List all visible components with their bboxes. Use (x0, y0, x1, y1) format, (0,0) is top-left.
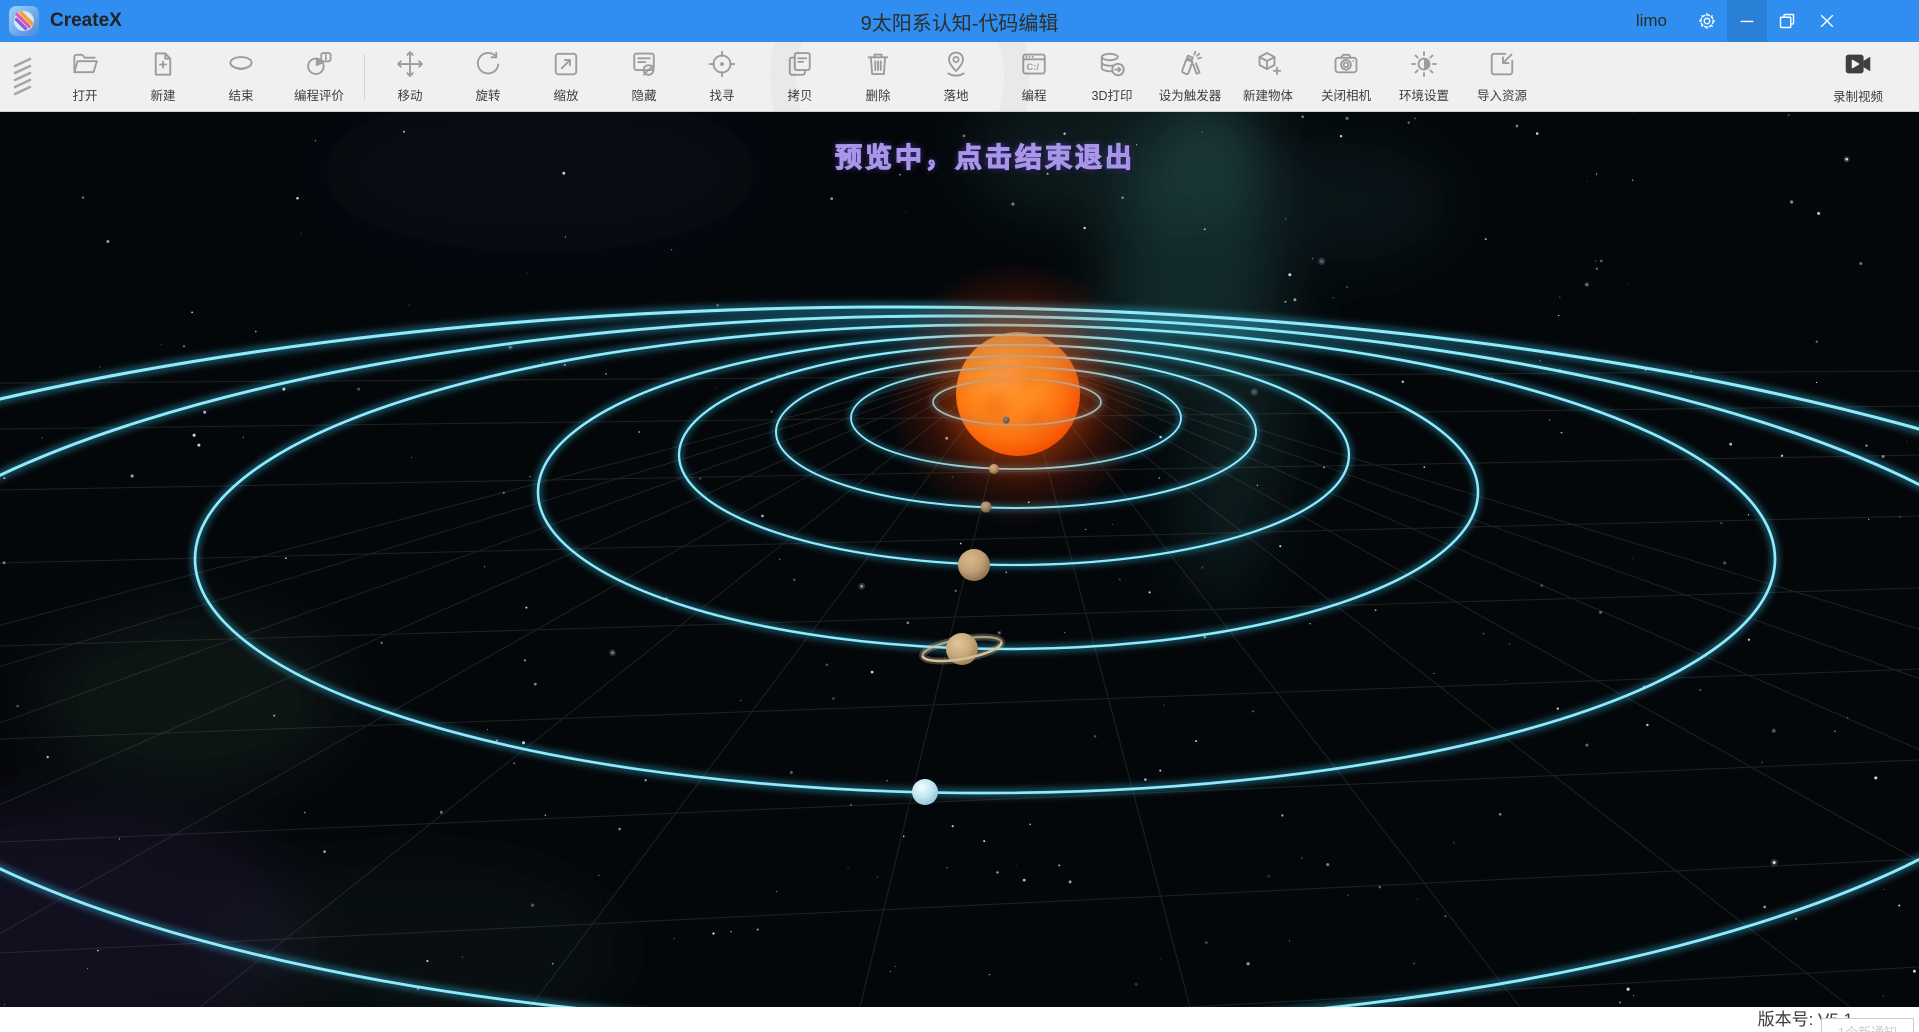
toolbar-button-print3d[interactable]: 3D打印 (1073, 42, 1151, 112)
toolbar-button-label: 结束 (228, 85, 253, 104)
toolbar-button-move[interactable]: 移动 (371, 42, 449, 112)
land-icon (941, 49, 971, 82)
close-button[interactable] (1807, 0, 1847, 42)
import-icon (1487, 49, 1517, 82)
print3d-icon (1097, 49, 1127, 82)
toolbar-button-label: 关闭相机 (1321, 85, 1371, 104)
toolbar-button-label: 环境设置 (1399, 85, 1449, 104)
restore-button[interactable] (1767, 0, 1807, 42)
scene-viewport[interactable]: 预览中，点击结束退出 (0, 112, 1919, 1007)
toolbar-button-trigger[interactable]: 设为触发器 (1151, 42, 1229, 112)
window-title: 9太阳系认知-代码编辑 (861, 7, 1059, 36)
settings-gear-icon[interactable] (1687, 0, 1727, 42)
rotate-icon (473, 49, 503, 82)
planet-venus (989, 464, 999, 474)
toolbar-button-import[interactable]: 导入资源 (1463, 42, 1541, 112)
copy-icon (785, 49, 815, 82)
delete-icon (863, 49, 893, 82)
toolbar: 打开 新建 结束 编程评价 移动 旋转 缩放 隐藏 找寻 拷贝 (0, 42, 1919, 112)
scale-icon (551, 49, 581, 82)
preview-overlay-text: 预览中，点击结束退出 (835, 136, 1135, 175)
camera-icon (1331, 49, 1361, 82)
toolbar-button-environment[interactable]: 环境设置 (1385, 42, 1463, 112)
notification-popup[interactable]: 1个新通知 (1821, 1018, 1914, 1032)
toolbar-button-camera[interactable]: 关闭相机 (1307, 42, 1385, 112)
toolbar-button-label: 打开 (72, 85, 97, 104)
planet-uranus (912, 779, 938, 805)
toolbar-button-open[interactable]: 打开 (46, 42, 124, 112)
toolbar-button-find[interactable]: 找寻 (683, 42, 761, 112)
toolbar-button-label: 隐藏 (631, 85, 656, 104)
toolbar-button-copy[interactable]: 拷贝 (761, 42, 839, 112)
drag-grip-icon[interactable] (0, 42, 46, 112)
newobject-icon (1253, 49, 1283, 82)
toolbar-button-label: 3D打印 (1092, 85, 1133, 104)
toolbar-button-label: 导入资源 (1477, 85, 1527, 104)
toolbar-button-program[interactable]: C:/ 编程 (995, 42, 1073, 112)
toolbar-button-label: 删除 (865, 85, 890, 104)
toolbar-button-label: 拷贝 (787, 85, 812, 104)
planet-jupiter (958, 549, 990, 581)
new-icon (148, 49, 178, 82)
statusbar: 版本号: V5.1 1个新通知 (0, 1007, 1919, 1032)
minimize-button[interactable] (1727, 0, 1767, 42)
hide-icon (629, 49, 659, 82)
move-icon (395, 49, 425, 82)
toolbar-button-label: 落地 (943, 85, 968, 104)
toolbar-button-label: 缩放 (553, 85, 578, 104)
toolbar-button-label: 旋转 (475, 85, 500, 104)
program-icon: C:/ (1019, 49, 1049, 82)
evaluate-icon (304, 49, 334, 82)
end-icon (226, 49, 256, 82)
environment-icon (1409, 49, 1439, 82)
toolbar-button-evaluate[interactable]: 编程评价 (280, 42, 358, 112)
toolbar-button-delete[interactable]: 删除 (839, 42, 917, 112)
toolbar-button-rotate[interactable]: 旋转 (449, 42, 527, 112)
toolbar-button-label: 编程评价 (294, 85, 344, 104)
toolbar-button-end[interactable]: 结束 (202, 42, 280, 112)
toolbar-button-label: 设为触发器 (1159, 85, 1222, 104)
toolbar-button-label: 新建 (150, 85, 175, 104)
toolbar-button-hide[interactable]: 隐藏 (605, 42, 683, 112)
toolbar-separator (364, 54, 365, 100)
toolbar-button-label: 录制视频 (1833, 86, 1883, 105)
toolbar-button-scale[interactable]: 缩放 (527, 42, 605, 112)
toolbar-button-new[interactable]: 新建 (124, 42, 202, 112)
toolbar-button-label: 编程 (1021, 85, 1046, 104)
toolbar-button-newobject[interactable]: 新建物体 (1229, 42, 1307, 112)
toolbar-button-label: 新建物体 (1243, 85, 1293, 104)
trigger-icon (1175, 49, 1205, 82)
app-name: CreateX (50, 10, 122, 32)
toolbar-button-land[interactable]: 落地 (917, 42, 995, 112)
find-icon (707, 49, 737, 82)
app-logo-icon (9, 6, 39, 36)
open-icon (70, 49, 100, 82)
toolbar-button-label: 找寻 (709, 85, 734, 104)
titlebar: CreateX 9太阳系认知-代码编辑 limo (0, 0, 1919, 42)
toolbar-button-record[interactable]: 录制视频 (1819, 42, 1897, 112)
planet-mercury (1003, 417, 1010, 424)
user-name[interactable]: limo (1636, 11, 1667, 31)
planet-earth (981, 502, 992, 513)
toolbar-button-label: 移动 (397, 85, 422, 104)
record-icon (1842, 48, 1874, 83)
svg-text:C:/: C:/ (1027, 62, 1040, 72)
